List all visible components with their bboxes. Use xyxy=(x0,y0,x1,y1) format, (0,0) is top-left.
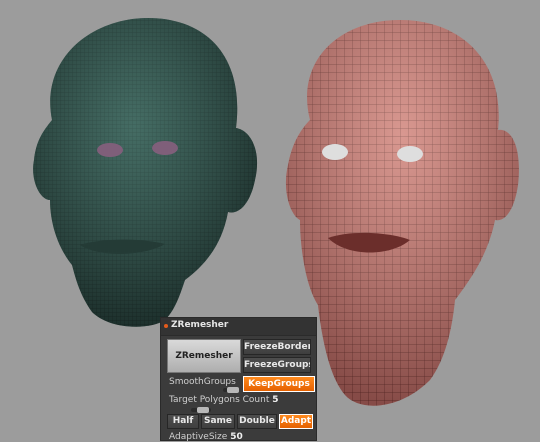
target-polygons-value: 5 xyxy=(272,395,279,405)
adapt-button[interactable]: Adapt xyxy=(279,414,313,429)
panel-header[interactable]: ZRemesher xyxy=(161,318,316,336)
target-polygons-label: Target Polygons Count xyxy=(169,395,270,405)
freeze-border-button[interactable]: FreezeBorder xyxy=(243,339,311,355)
smooth-groups-slider-knob[interactable] xyxy=(227,387,239,393)
panel-collapse-dot-icon[interactable] xyxy=(164,324,168,328)
same-button[interactable]: Same xyxy=(201,414,235,429)
target-polygons-row[interactable]: Target Polygons Count 5 xyxy=(169,395,279,405)
zremesher-panel: ZRemesher ZRemesher FreezeBorder FreezeG… xyxy=(160,317,317,442)
target-polygons-slider-knob[interactable] xyxy=(197,407,209,413)
smooth-groups-label: SmoothGroups xyxy=(169,377,236,387)
left-head-model xyxy=(33,18,258,327)
freeze-groups-button[interactable]: FreezeGroups xyxy=(243,357,311,373)
right-head-model xyxy=(285,20,519,406)
target-polygons-slider[interactable] xyxy=(191,407,211,413)
keep-groups-button[interactable]: KeepGroups xyxy=(243,376,315,392)
panel-title: ZRemesher xyxy=(171,320,229,330)
double-button[interactable]: Double xyxy=(237,414,277,429)
zremesher-button[interactable]: ZRemesher xyxy=(167,339,241,373)
half-button[interactable]: Half xyxy=(167,414,199,429)
smooth-groups-slider[interactable] xyxy=(223,387,239,393)
